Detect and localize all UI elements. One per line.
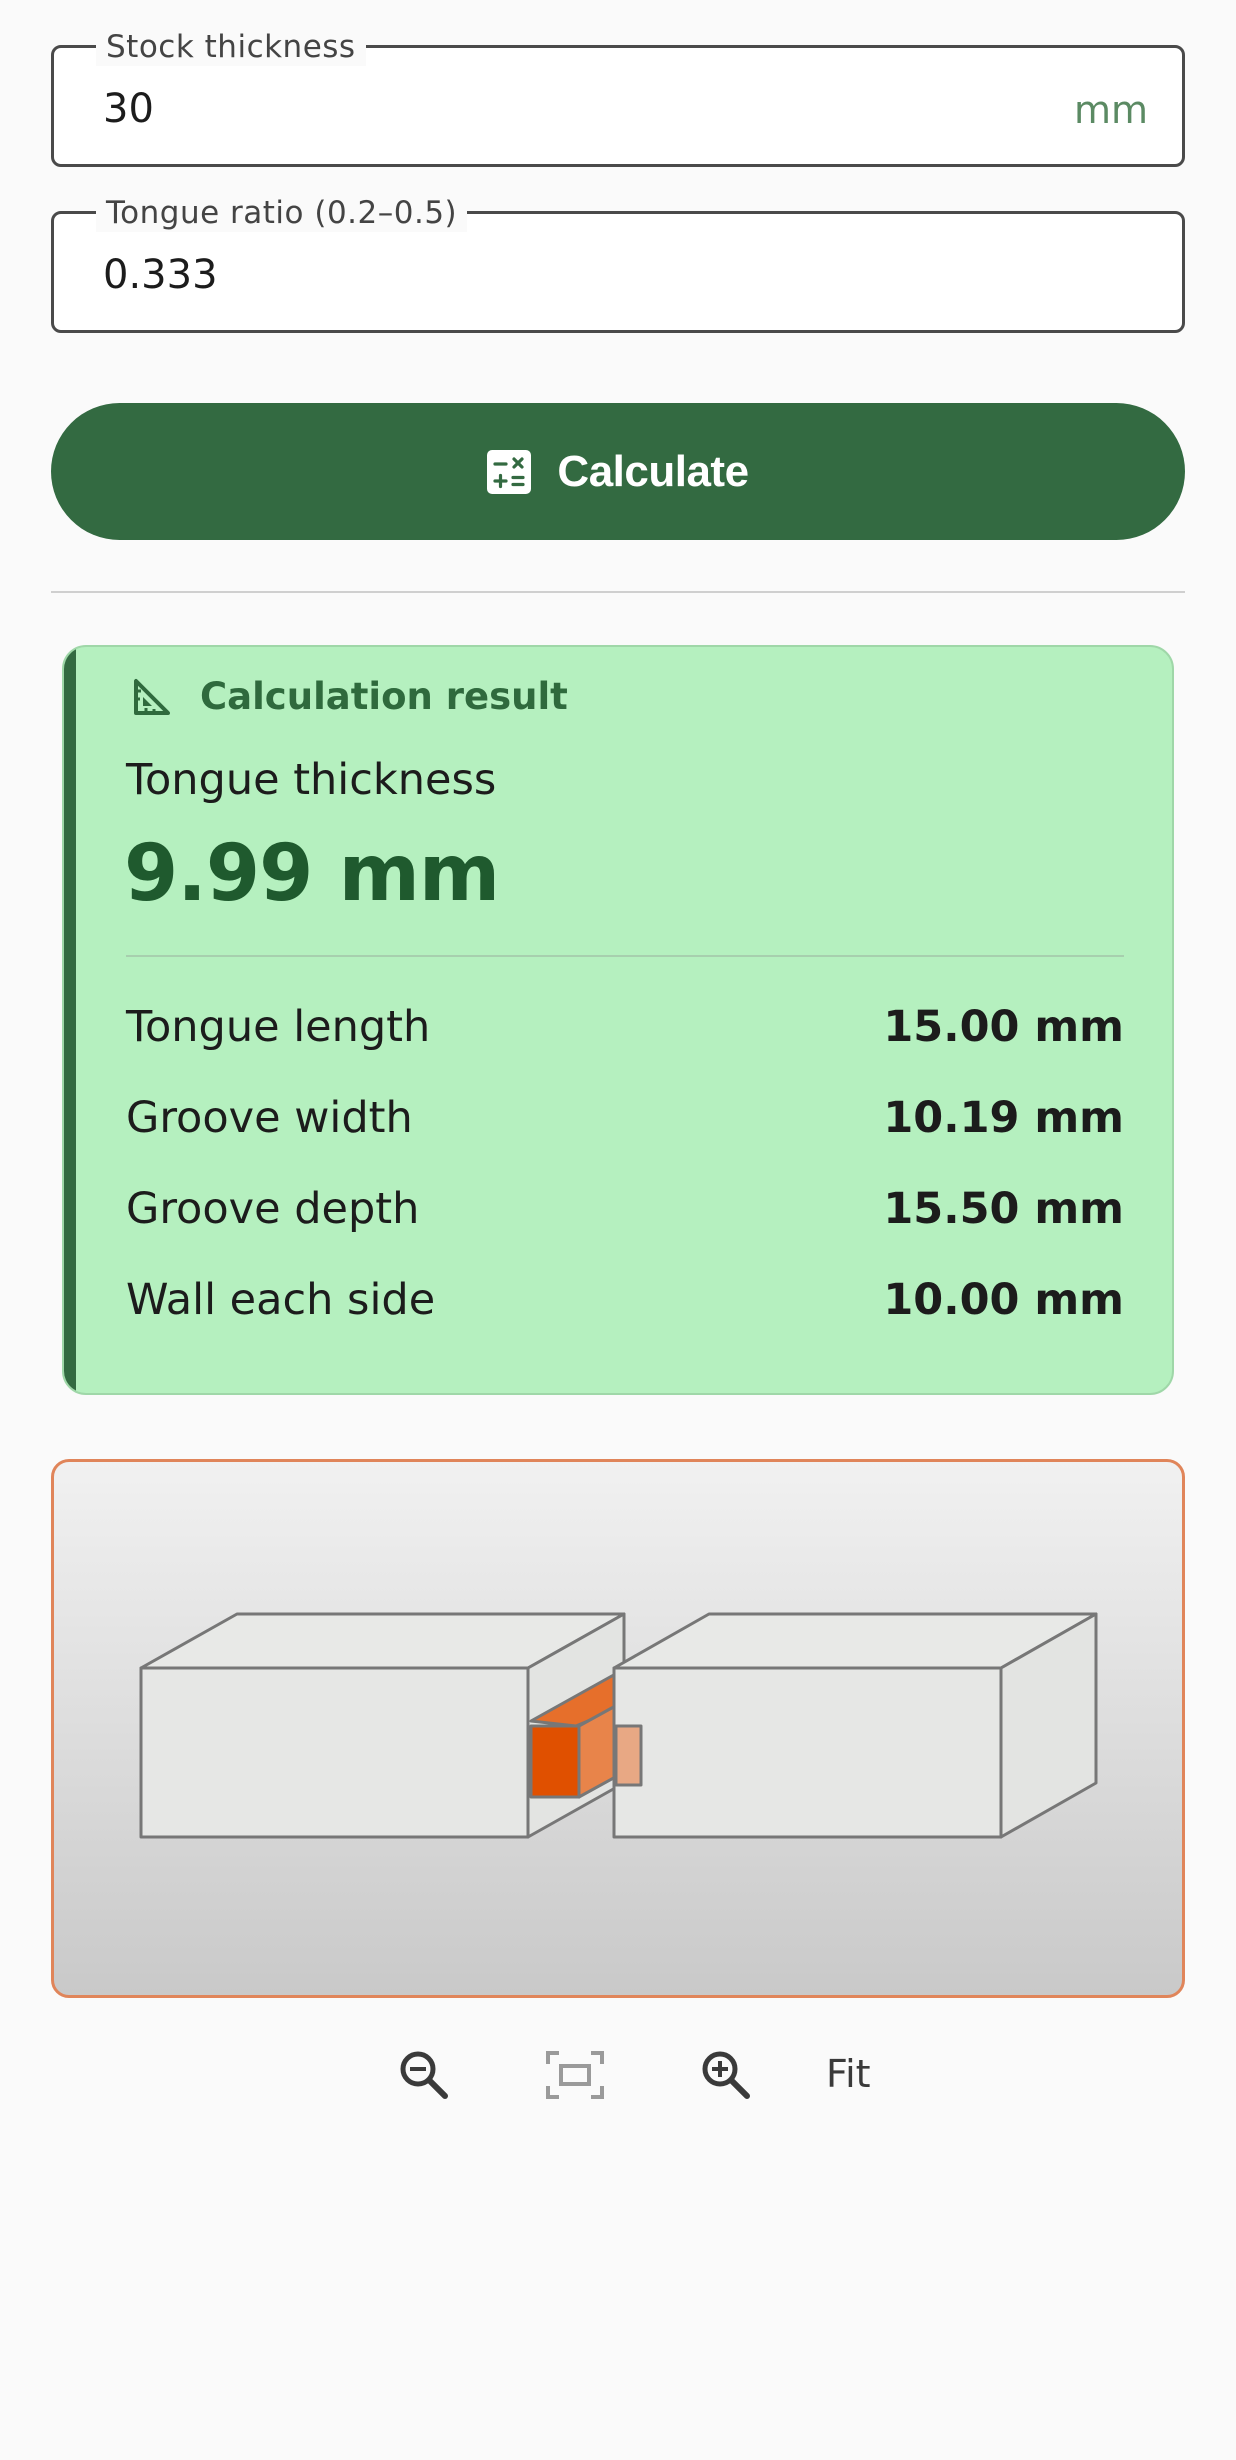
tongue [614,1724,643,1787]
zoom-in-button[interactable] [691,2040,761,2110]
result-row-value: 15.50 mm [883,1184,1124,1234]
tongue-thickness-value: 9.99 mm [124,829,500,919]
result-row: Tongue length 15.00 mm [126,997,1124,1057]
set-square-icon [134,678,170,715]
calculate-button[interactable]: Calculate [51,403,1185,540]
zoom-in-icon [702,2051,750,2099]
zoom-out-button[interactable] [389,2040,459,2110]
zoom-out-icon [400,2051,448,2099]
result-card: Calculation result Tongue thickness 9.99… [62,645,1174,1395]
fit-button[interactable]: Fit [826,2052,871,2096]
result-header: Calculation result [132,675,568,718]
zoom-toolbar: Fit [0,2040,1236,2110]
tongue-thickness-label: Tongue thickness [126,755,497,805]
stock-thickness-input[interactable]: 30 [103,86,154,132]
groove-face [529,1724,581,1799]
result-title: Calculation result [200,675,568,718]
tongue-ratio-label: Tongue ratio (0.2–0.5) [96,194,468,232]
result-card-accent [64,647,76,1393]
fit-frame-icon [546,2051,604,2099]
result-row-label: Groove depth [126,1184,420,1234]
fit-frame-button[interactable] [540,2040,610,2110]
result-divider [126,955,1124,957]
stock-thickness-label: Stock thickness [96,28,366,66]
right-board-front [612,1666,1003,1839]
tongue-ratio-input[interactable]: 0.333 [103,252,218,298]
joint-3d-viewer[interactable] [51,1459,1185,1998]
stock-thickness-unit: mm [1073,88,1148,132]
result-row: Groove width 10.19 mm [126,1088,1124,1148]
left-board-front [139,1666,530,1839]
result-row-label: Groove width [126,1093,413,1143]
result-row-label: Wall each side [126,1275,436,1325]
result-row: Groove depth 15.50 mm [126,1179,1124,1239]
calculator-icon [487,449,532,494]
calculate-button-label: Calculate [557,446,749,496]
result-row-label: Tongue length [126,1002,431,1052]
result-row-value: 10.19 mm [883,1093,1124,1143]
tongue-ratio-field[interactable]: Tongue ratio (0.2–0.5) 0.333 [51,194,1185,333]
stock-thickness-field[interactable]: Stock thickness 30 mm [51,28,1185,167]
result-row-value: 10.00 mm [883,1275,1124,1325]
section-divider [51,591,1185,593]
result-row: Wall each side 10.00 mm [126,1270,1124,1330]
joint-diagram [139,1612,1098,1839]
result-row-value: 15.00 mm [883,1002,1124,1052]
